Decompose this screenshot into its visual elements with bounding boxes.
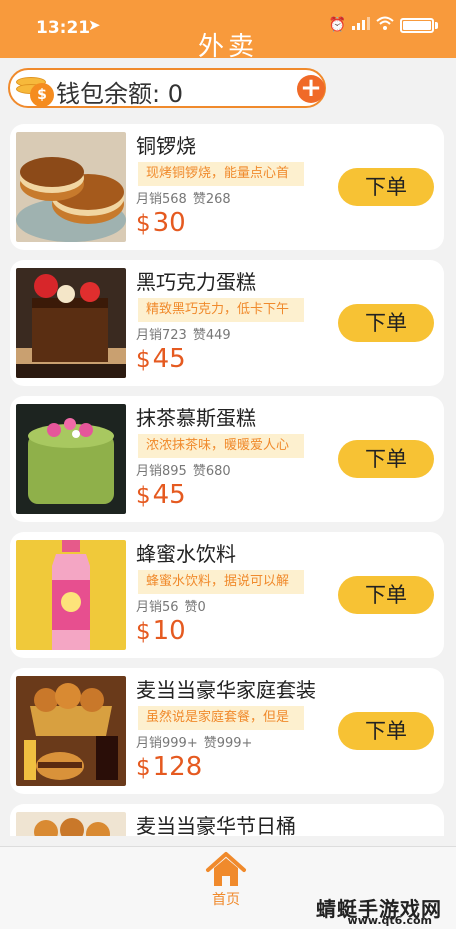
order-button[interactable]: 下单 [338,440,434,478]
currency-symbol: $ [136,347,151,373]
product-name: 麦当当豪华节日桶 [136,814,296,836]
like-count: 赞449 [192,328,231,343]
chocolate-cake-image [16,268,126,378]
price-value: 128 [152,752,203,782]
product-tag: 精致黑巧克力，低卡下午 [138,298,304,322]
festival-bucket-image [16,812,126,836]
price-value: 30 [152,208,186,238]
like-count: 赞680 [192,464,231,479]
product-tag: 蜂蜜水饮料，据说可以解 [138,570,304,594]
product-price: $45 [136,344,186,374]
currency-symbol: $ [136,755,151,781]
order-button[interactable]: 下单 [338,168,434,206]
monthly-sales: 月销999+ [136,736,198,751]
product-name: 铜锣烧 [136,134,196,158]
monthly-sales: 月销568 [136,192,187,207]
tab-home[interactable]: 首页 [203,851,249,911]
product-tag: 浓浓抹茶味，暖暖爱人心 [138,434,304,458]
order-button[interactable]: 下单 [338,304,434,342]
coin-icon: $ [16,75,54,107]
product-price: $45 [136,480,186,510]
price-value: 45 [152,480,186,510]
home-icon [206,852,246,886]
product-price: $128 [136,752,202,782]
currency-symbol: $ [136,211,151,237]
monthly-sales: 月销56 [136,600,179,615]
like-count: 赞268 [192,192,231,207]
page-title: 外卖 [197,32,258,62]
product-price: $30 [136,208,186,238]
order-button[interactable]: 下单 [338,712,434,750]
product-card-honey-drink[interactable]: 蜂蜜水饮料 蜂蜜水饮料，据说可以解 月销56 赞0 $10 下单 [10,532,444,658]
family-meal-image [16,676,126,786]
matcha-mousse-image [16,404,126,514]
tab-home-label: 首页 [212,892,240,908]
wallet-add-button[interactable]: + [297,75,325,103]
like-count: 赞999+ [203,736,253,751]
monthly-sales: 月销723 [136,328,187,343]
product-name: 蜂蜜水饮料 [136,542,236,566]
product-stats: 月销568 赞268 [136,188,231,207]
like-count: 赞0 [184,600,206,615]
honey-drink-image [16,540,126,650]
product-tag: 现烤铜锣烧，能量点心首 [138,162,304,186]
product-card-festival-bucket[interactable]: 麦当当豪华节日桶 [10,804,444,836]
product-name: 麦当当豪华家庭套装 [136,678,316,702]
order-button[interactable]: 下单 [338,576,434,614]
product-stats: 月销56 赞0 [136,596,206,615]
product-list[interactable]: 铜锣烧 现烤铜锣烧，能量点心首 月销568 赞268 $30 下单 黑巧克力蛋糕 … [0,124,456,836]
product-card-dorayaki[interactable]: 铜锣烧 现烤铜锣烧，能量点心首 月销568 赞268 $30 下单 [10,124,444,250]
currency-symbol: $ [136,619,151,645]
price-value: 10 [152,616,186,646]
wallet-balance-label: 钱包余额: 0 [56,80,183,108]
product-card-family-meal[interactable]: 麦当当豪华家庭套装 虽然说是家庭套餐，但是 月销999+ 赞999+ $128 下… [10,668,444,794]
product-card-chocolate-cake[interactable]: 黑巧克力蛋糕 精致黑巧克力，低卡下午 月销723 赞449 $45 下单 [10,260,444,386]
currency-symbol: $ [136,483,151,509]
watermark-url: www.qt6.com [347,914,432,927]
product-stats: 月销895 赞680 [136,460,231,479]
dorayaki-image [16,132,126,242]
monthly-sales: 月销895 [136,464,187,479]
product-name: 抹茶慕斯蛋糕 [136,406,256,430]
price-value: 45 [152,344,186,374]
product-stats: 月销723 赞449 [136,324,231,343]
product-name: 黑巧克力蛋糕 [136,270,256,294]
wallet-balance-bar: $ 钱包余额: 0 + [8,68,326,108]
header-bar: 13:21 ➤ ⏰ 外卖 [0,0,456,62]
product-card-matcha-mousse[interactable]: 抹茶慕斯蛋糕 浓浓抹茶味，暖暖爱人心 月销895 赞680 $45 下单 [10,396,444,522]
product-tag: 虽然说是家庭套餐，但是 [138,706,304,730]
product-stats: 月销999+ 赞999+ [136,732,252,751]
product-price: $10 [136,616,186,646]
